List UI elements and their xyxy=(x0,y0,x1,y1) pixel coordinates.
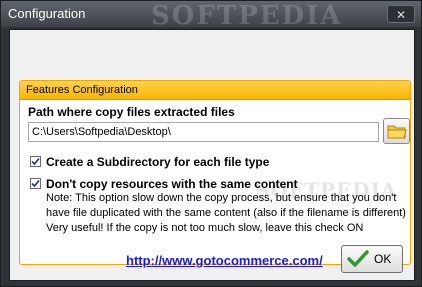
subdirectory-checkbox[interactable] xyxy=(30,156,41,167)
browse-folder-button[interactable] xyxy=(383,118,410,144)
ok-button-label: OK xyxy=(374,252,392,266)
features-group: Features Configuration Path where copy f… xyxy=(19,80,411,265)
window-title: Configuration xyxy=(8,6,86,21)
checkmark-icon xyxy=(347,250,369,267)
note-line: Very useful! If the copy is not too much… xyxy=(46,222,364,234)
configuration-window: Configuration SOFTPEDIA ✕ Features Confi… xyxy=(0,0,422,287)
body-watermark: SOFTPEDIA xyxy=(255,178,398,202)
ok-button[interactable]: OK xyxy=(341,245,403,273)
close-button[interactable]: ✕ xyxy=(387,5,415,23)
title-watermark: SOFTPEDIA xyxy=(151,1,343,31)
path-label: Path where copy files extracted files xyxy=(28,105,235,119)
dialog-body: Features Configuration Path where copy f… xyxy=(9,29,415,281)
path-input[interactable] xyxy=(28,122,379,142)
close-icon: ✕ xyxy=(395,8,407,22)
subdirectory-checkbox-label[interactable]: Create a Subdirectory for each file type xyxy=(46,155,269,169)
note-line: have file duplicated with the same conte… xyxy=(46,207,406,219)
checkmark-icon xyxy=(31,179,40,188)
title-bar[interactable]: Configuration SOFTPEDIA ✕ xyxy=(1,1,421,31)
website-link[interactable]: http://www.gotocommerce.com/ xyxy=(126,253,323,268)
checkmark-icon xyxy=(31,157,40,166)
skip-duplicates-checkbox[interactable] xyxy=(30,178,41,189)
features-group-header: Features Configuration xyxy=(20,81,410,100)
features-group-title: Features Configuration xyxy=(26,84,138,96)
folder-icon xyxy=(387,125,407,139)
